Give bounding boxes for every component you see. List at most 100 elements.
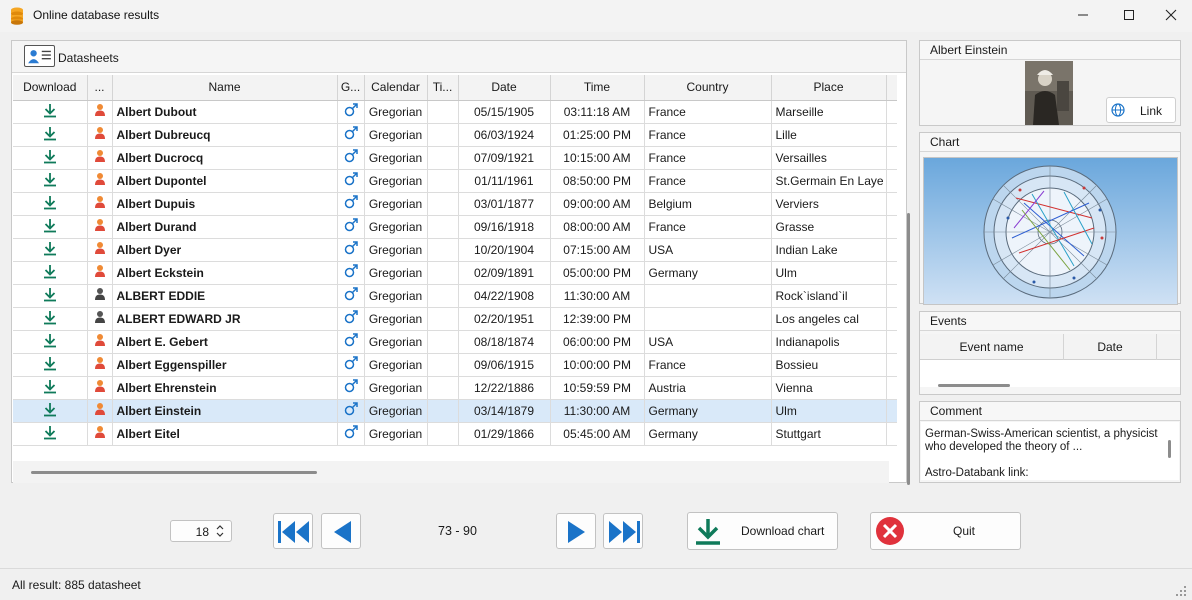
comment-line-3: Astro-Databank link: xyxy=(925,467,1029,479)
download-cell[interactable] xyxy=(13,100,88,124)
name-cell: Albert Eckstein xyxy=(112,261,338,285)
page-size-spinner[interactable]: 18 xyxy=(170,520,232,542)
country-cell: France xyxy=(644,169,772,193)
events-table-header: Event name Date xyxy=(920,334,1180,360)
download-cell[interactable] xyxy=(13,376,88,400)
download-cell[interactable] xyxy=(13,169,88,193)
table-row[interactable]: Albert Dupontel Gregorian 01/11/1961 08:50:… xyxy=(13,169,897,193)
table-row[interactable]: Albert Ehrenstein Gregorian 12/22/1886 10:5… xyxy=(13,376,897,400)
spinner-arrows-icon[interactable] xyxy=(215,523,225,539)
download-cell[interactable] xyxy=(13,399,88,423)
download-cell[interactable] xyxy=(13,238,88,262)
download-icon[interactable] xyxy=(43,218,57,233)
natal-wheel-icon xyxy=(983,165,1117,299)
minimize-button[interactable] xyxy=(1060,0,1106,30)
events-column-name[interactable]: Event name xyxy=(920,334,1064,360)
male-symbol-icon xyxy=(344,218,358,232)
download-icon[interactable] xyxy=(43,149,57,164)
table-row[interactable]: ALBERT EDDIE Gregorian 04/22/1908 11:30:00 … xyxy=(13,284,897,308)
place-cell: Indianapolis xyxy=(771,330,887,354)
comment-title: Comment xyxy=(920,402,1180,421)
download-cell[interactable] xyxy=(13,261,88,285)
download-chart-button[interactable]: Download chart xyxy=(687,512,838,550)
table-row[interactable]: Albert Eckstein Gregorian 02/09/1891 05:00:… xyxy=(13,261,897,285)
download-cell[interactable] xyxy=(13,353,88,377)
table-row[interactable]: Albert E. Gebert Gregorian 08/18/1874 06:00… xyxy=(13,330,897,354)
male-symbol-icon xyxy=(344,333,358,347)
next-page-button[interactable] xyxy=(556,513,596,549)
table-row[interactable]: Albert Dubreucq Gregorian 06/03/1924 01:25:… xyxy=(13,123,897,147)
comment-scrollbar[interactable] xyxy=(1168,440,1171,458)
table-row[interactable]: Albert Dupuis Gregorian 03/01/1877 09:00:00… xyxy=(13,192,897,216)
close-icon xyxy=(1165,9,1177,21)
horizontal-scrollbar[interactable] xyxy=(31,471,317,474)
name-cell: Albert Eitel xyxy=(112,422,338,446)
download-cell[interactable] xyxy=(13,192,88,216)
column-header-country[interactable]: Country xyxy=(644,75,772,101)
time-cell: 09:00:00 AM xyxy=(550,192,645,216)
download-icon[interactable] xyxy=(43,333,57,348)
previous-page-button[interactable] xyxy=(321,513,361,549)
download-cell[interactable] xyxy=(13,146,88,170)
download-icon[interactable] xyxy=(43,402,57,417)
download-icon[interactable] xyxy=(43,310,57,325)
column-header-timezone[interactable]: Ti... xyxy=(427,75,459,101)
download-cell[interactable] xyxy=(13,330,88,354)
events-scrollbar[interactable] xyxy=(938,384,1010,387)
table-row[interactable]: Albert Eggenspiller Gregorian 09/06/1915 10… xyxy=(13,353,897,377)
quit-button[interactable]: Quit xyxy=(870,512,1021,550)
gender-cell xyxy=(337,284,365,308)
astro-chart-image[interactable] xyxy=(923,157,1178,305)
table-row[interactable]: Albert Durand Gregorian 09/16/1918 08:00:00… xyxy=(13,215,897,239)
download-icon[interactable] xyxy=(43,195,57,210)
column-header-download[interactable]: Download xyxy=(13,75,88,101)
country-cell: Belgium xyxy=(644,192,772,216)
close-button[interactable] xyxy=(1148,0,1192,30)
person-orange-icon xyxy=(94,403,105,415)
link-button[interactable]: Link xyxy=(1106,97,1176,123)
column-header-gender[interactable]: G... xyxy=(337,75,365,101)
download-icon[interactable] xyxy=(43,425,57,440)
person-cell xyxy=(87,192,113,216)
download-icon[interactable] xyxy=(43,241,57,256)
column-header-calendar[interactable]: Calendar xyxy=(364,75,428,101)
column-header-name[interactable]: Name xyxy=(112,75,338,101)
table-row[interactable]: Albert Einstein Gregorian 03/14/1879 11:30:… xyxy=(13,399,897,423)
download-icon[interactable] xyxy=(43,172,57,187)
column-header-time[interactable]: Time xyxy=(550,75,645,101)
download-icon[interactable] xyxy=(43,103,57,118)
download-cell[interactable] xyxy=(13,307,88,331)
first-page-button[interactable] xyxy=(273,513,313,549)
gender-cell xyxy=(337,123,365,147)
vertical-scrollbar[interactable] xyxy=(907,213,910,485)
table-row[interactable]: Albert Dyer Gregorian 10/20/1904 07:15:00 A… xyxy=(13,238,897,262)
date-cell: 04/22/1908 xyxy=(458,284,551,308)
download-cell[interactable] xyxy=(13,422,88,446)
download-icon[interactable] xyxy=(43,287,57,302)
table-row[interactable]: Albert Dubout Gregorian 05/15/1905 03:11:18… xyxy=(13,100,897,124)
download-cell[interactable] xyxy=(13,215,88,239)
page-range: 73 - 90 xyxy=(438,524,477,538)
maximize-button[interactable] xyxy=(1106,0,1152,30)
events-column-date[interactable]: Date xyxy=(1064,334,1157,360)
download-cell[interactable] xyxy=(13,284,88,308)
download-icon[interactable] xyxy=(43,126,57,141)
filler-cell xyxy=(886,376,897,400)
time-cell: 11:30:00 AM xyxy=(550,399,645,423)
download-cell[interactable] xyxy=(13,123,88,147)
column-header-date[interactable]: Date xyxy=(458,75,551,101)
column-header-place[interactable]: Place xyxy=(771,75,887,101)
resize-grip-icon[interactable] xyxy=(1176,586,1186,596)
download-icon[interactable] xyxy=(43,379,57,394)
comment-text[interactable]: German-Swiss-American scientist, a physi… xyxy=(921,422,1179,480)
country-cell: France xyxy=(644,215,772,239)
last-page-button[interactable] xyxy=(603,513,643,549)
table-row[interactable]: Albert Ducrocq Gregorian 07/09/1921 10:15:0… xyxy=(13,146,897,170)
download-icon[interactable] xyxy=(43,264,57,279)
filler-cell xyxy=(886,238,897,262)
download-icon[interactable] xyxy=(43,356,57,371)
table-row[interactable]: Albert Eitel Gregorian 01/29/1866 05:45:00 … xyxy=(13,422,897,446)
table-row[interactable]: ALBERT EDWARD JR Gregorian 02/20/1951 12:39… xyxy=(13,307,897,331)
column-header-icon[interactable]: ... xyxy=(87,75,113,101)
time-cell: 08:50:00 PM xyxy=(550,169,645,193)
